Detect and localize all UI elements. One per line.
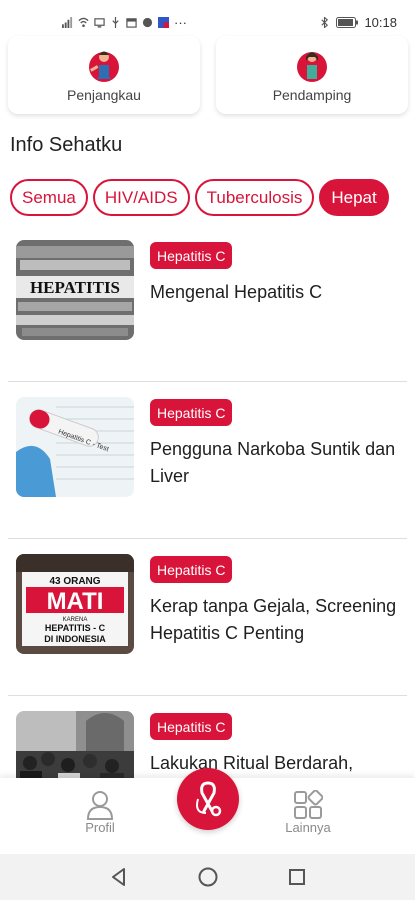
card-label-pendamping: Pendamping [272, 87, 352, 103]
screen-icon [94, 17, 105, 28]
thumb-text-mati: MATI [47, 588, 104, 615]
app-icon [158, 16, 169, 28]
category-filter-chips: Semua HIV/AIDS Tuberculosis Hepat [10, 179, 415, 219]
nav-profil-label: Profil [85, 820, 115, 835]
usb-icon [112, 16, 119, 28]
chip-hiv-aids[interactable]: HIV/AIDS [92, 179, 190, 216]
thumb-text-hepatitis-c: HEPATITIS - C [45, 623, 106, 633]
more-notifications: ··· [174, 14, 187, 30]
nav-lainnya[interactable]: Lainnya [268, 790, 348, 835]
role-cards: Penjangkau Pendamping [8, 36, 408, 116]
article-thumbnail: HEPATITIS [16, 240, 134, 340]
bluetooth-icon [321, 16, 329, 28]
nav-profil[interactable]: Profil [60, 790, 140, 835]
article-thumbnail [16, 711, 134, 778]
chip-semua[interactable]: Semua [10, 179, 88, 216]
card-pendamping[interactable]: Pendamping [216, 36, 408, 114]
thumb-text-hepatitis: HEPATITIS [30, 278, 120, 297]
ribbon-stethoscope-icon [196, 781, 222, 817]
article-title: Mengenal Hepatitis C [150, 282, 323, 302]
section-title: Info Sehatku [10, 134, 123, 156]
article-title: Pengguna Narkoba Suntik dan Liver [150, 439, 396, 486]
article-item[interactable]: 43 ORANG MATI KARENA HEPATITIS - C DI IN… [8, 539, 407, 696]
status-time: 10:18 [364, 14, 397, 30]
chip-tuberculosis[interactable]: Tuberculosis [194, 179, 315, 216]
category-badge: Hepatitis C [150, 556, 233, 583]
category-badge: Hepatitis C [150, 242, 233, 269]
category-badge: Hepatitis C [150, 713, 233, 740]
grid-more-icon [294, 790, 323, 819]
home-icon[interactable] [197, 866, 219, 888]
thumb-text-43-orang: 43 ORANG [49, 576, 100, 587]
battery-icon [336, 16, 359, 28]
nav-lainnya-label: Lainnya [285, 820, 331, 835]
center-action-button[interactable] [177, 768, 239, 830]
bottom-navigation: Profil Lainnya [0, 768, 415, 854]
article-thumbnail: 43 ORANG MATI KARENA HEPATITIS - C DI IN… [16, 554, 134, 654]
recents-icon[interactable] [287, 867, 307, 887]
article-item[interactable]: HEPATITIS Hepatitis C Mengenal Hepatitis… [8, 225, 407, 382]
profile-icon [86, 791, 114, 820]
card-label-penjangkau: Penjangkau [67, 87, 141, 103]
chat-icon [142, 17, 153, 27]
status-icons-left: ··· [62, 15, 187, 30]
article-thumbnail: Hepatitis C - Test [16, 397, 134, 497]
calendar-icon [126, 17, 137, 28]
chip-hepatitis[interactable]: Hepat [319, 179, 389, 216]
status-icons-right: 10:18 [319, 15, 397, 30]
thumb-text-di-indonesia: DI INDONESIA [44, 634, 106, 644]
penjangkau-avatar-icon [89, 51, 119, 82]
card-penjangkau[interactable]: Penjangkau [8, 36, 200, 114]
article-item[interactable]: Hepatitis C - Test Hepatitis C Pengguna … [8, 382, 407, 539]
back-icon[interactable] [109, 867, 129, 887]
signal-icon [62, 16, 73, 28]
article-title: Kerap tanpa Gejala, Screening Hepatitis … [150, 596, 397, 643]
article-item[interactable]: Hepatitis C Lakukan Ritual Berdarah, Pen… [8, 696, 407, 778]
wifi-icon [78, 17, 89, 27]
pendamping-avatar-icon [297, 52, 327, 82]
article-list: HEPATITIS Hepatitis C Mengenal Hepatitis… [0, 225, 415, 778]
system-navigation-bar [0, 854, 415, 900]
category-badge: Hepatitis C [150, 399, 233, 426]
